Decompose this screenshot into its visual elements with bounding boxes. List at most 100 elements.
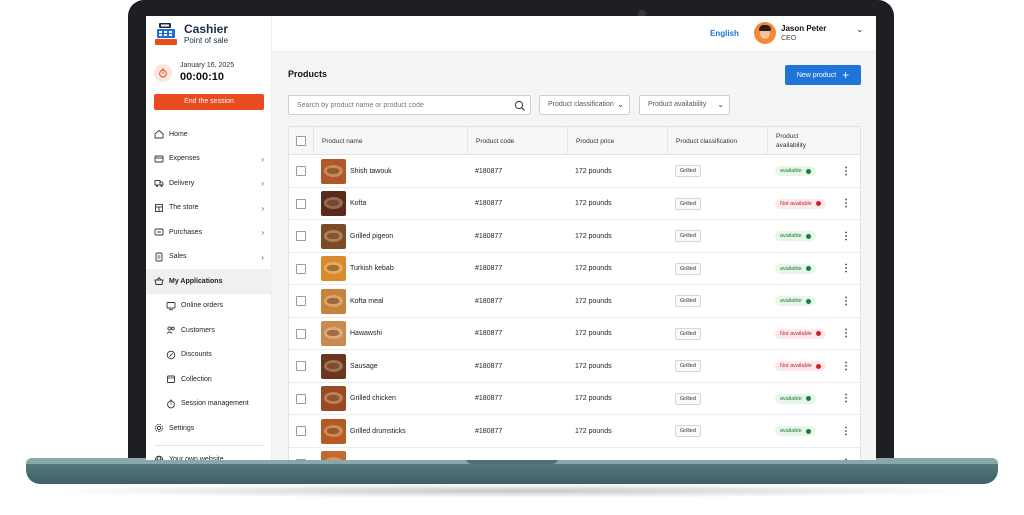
sidebar-nav: Home Expenses › Delivery › The store › Purchase… [146, 122, 272, 460]
table-body: Shish tawouk #180877 172 pounds Grilled avai… [289, 155, 860, 460]
row-checkbox[interactable] [296, 361, 306, 371]
stopwatch-icon [154, 63, 172, 82]
products-table: Product name Product code Product price … [288, 126, 861, 460]
row-checkbox[interactable] [296, 263, 306, 274]
sidebar-item-purchases[interactable]: Purchases › [146, 220, 272, 245]
chevron-down-icon[interactable]: ⌄ [856, 24, 864, 35]
product-name: Grilled drumsticks [350, 427, 406, 435]
sidebar-item-my-applications[interactable]: My Applications [146, 269, 272, 294]
sidebar: Cashier Point of sale January 16, 2025 0… [146, 16, 272, 460]
more-options-icon[interactable]: ⋮ [841, 361, 851, 372]
end-session-button[interactable]: End the session [154, 94, 264, 110]
sidebar-item-collection[interactable]: Collection [146, 367, 272, 392]
search-box[interactable] [288, 95, 531, 115]
avatar[interactable] [754, 22, 776, 44]
table-row[interactable]: Kofta #180877 172 pounds Grilled Not availab… [289, 188, 860, 220]
availability-label: Not available [780, 363, 812, 369]
new-product-label: New product [796, 71, 837, 79]
column-header[interactable]: Product availability [767, 127, 835, 155]
search-input[interactable] [297, 100, 507, 111]
user-role: CEO [781, 35, 797, 42]
language-switch[interactable]: English [710, 29, 739, 38]
product-name: Shish tawouk [350, 167, 392, 175]
product-price: 172 pounds [575, 265, 612, 272]
sidebar-item-delivery[interactable]: Delivery › [146, 171, 272, 196]
table-row[interactable]: Hawawshi #180877 172 pounds Grilled Not avai… [289, 318, 860, 350]
table-row[interactable]: Grilled chicken #180877 172 pounds Grilled a… [289, 383, 860, 415]
delivery-truck-icon [154, 180, 164, 188]
select-all-checkbox[interactable] [296, 136, 306, 146]
row-checkbox[interactable] [296, 328, 306, 339]
column-header[interactable]: Product code [467, 127, 567, 155]
product-thumbnail [321, 256, 346, 281]
row-checkbox[interactable] [296, 231, 306, 241]
product-name: Kofta meal [350, 297, 384, 305]
sidebar-item-the-store[interactable]: The store › [146, 196, 272, 221]
availability-badge: available [775, 263, 816, 274]
classification-filter[interactable]: Product classification ⌄ [539, 95, 630, 115]
table-row[interactable]: Turkish kebab #180877 172 pounds Grilled ava… [289, 253, 860, 285]
table-row[interactable]: Sausage #180877 172 pounds Grilled Not avail… [289, 350, 860, 383]
column-header[interactable]: Product price [567, 127, 667, 155]
column-header[interactable]: Product name [313, 127, 467, 155]
table-row[interactable]: ⋮ [289, 448, 860, 460]
more-options-icon[interactable]: ⋮ [841, 231, 851, 242]
more-options-icon[interactable]: ⋮ [841, 296, 851, 307]
row-checkbox[interactable] [296, 296, 306, 306]
more-options-icon[interactable]: ⋮ [841, 393, 851, 404]
product-thumbnail [321, 191, 346, 216]
availability-badge: Not available [775, 198, 826, 209]
chevron-down-icon: ⌄ [617, 100, 624, 109]
sales-icon [155, 252, 163, 262]
product-thumbnail [321, 288, 346, 314]
sidebar-item-discounts[interactable]: Discounts [146, 343, 272, 368]
more-options-icon[interactable]: ⋮ [841, 426, 851, 437]
row-checkbox[interactable] [296, 426, 306, 436]
session-info: January 16, 2025 00:00:10 [154, 62, 234, 83]
new-product-button[interactable]: New product + [785, 65, 861, 85]
sidebar-item-your-own-website[interactable]: Your own website [146, 448, 272, 460]
product-code: #180877 [475, 395, 503, 402]
row-checkbox[interactable] [296, 393, 306, 404]
sidebar-item-label: Expenses [169, 155, 200, 163]
sidebar-item-expenses[interactable]: Expenses › [146, 147, 272, 172]
more-options-icon[interactable]: ⋮ [841, 166, 851, 177]
sidebar-item-label: Your own website [169, 456, 224, 460]
classification-tag: Grilled [675, 262, 701, 275]
table-row[interactable]: Shish tawouk #180877 172 pounds Grilled avai… [289, 155, 860, 188]
table-row[interactable]: Grilled drumsticks #180877 172 pounds Grill… [289, 415, 860, 448]
more-options-icon[interactable]: ⋮ [841, 198, 851, 209]
product-price: 172 pounds [575, 427, 612, 435]
more-options-icon[interactable]: ⋮ [841, 263, 851, 274]
sidebar-item-customers[interactable]: Customers [146, 318, 272, 343]
product-price: 172 pounds [575, 232, 612, 240]
session-date: January 16, 2025 [180, 62, 235, 69]
table-row[interactable]: Kofta meal #180877 172 pounds Grilled availa… [289, 285, 860, 318]
more-options-icon[interactable]: ⋮ [841, 458, 851, 460]
search-icon[interactable] [514, 100, 526, 112]
sidebar-item-settings[interactable]: Settings [146, 416, 272, 441]
brand[interactable]: Cashier Point of sale [154, 22, 228, 46]
sidebar-item-sales[interactable]: Sales › [146, 245, 272, 270]
table-row[interactable]: Grilled pigeon #180877 172 pounds Grilled av… [289, 220, 860, 253]
sidebar-item-label: Discounts [181, 351, 212, 359]
laptop-shadow [40, 484, 984, 498]
product-code: #180877 [475, 330, 503, 337]
sidebar-item-home[interactable]: Home [146, 122, 272, 147]
row-checkbox[interactable] [296, 166, 306, 176]
laptop-mockup: Cashier Point of sale January 16, 2025 0… [0, 0, 1024, 515]
globe-icon [154, 455, 164, 460]
availability-filter[interactable]: Product availability ⌄ [639, 95, 730, 115]
product-thumbnail [321, 158, 346, 184]
row-checkbox[interactable] [296, 198, 306, 209]
sidebar-item-label: My Applications [169, 277, 223, 285]
sidebar-item-label: The store [169, 204, 199, 212]
sidebar-item-session-management[interactable]: Session management [146, 392, 272, 417]
plus-icon: + [842, 68, 850, 82]
status-dot [815, 201, 821, 206]
column-header[interactable]: Product classification [667, 127, 767, 155]
product-thumbnail [321, 451, 346, 460]
row-checkbox[interactable] [296, 458, 306, 460]
sidebar-item-online-orders[interactable]: Online orders [146, 294, 272, 319]
more-options-icon[interactable]: ⋮ [841, 328, 851, 339]
